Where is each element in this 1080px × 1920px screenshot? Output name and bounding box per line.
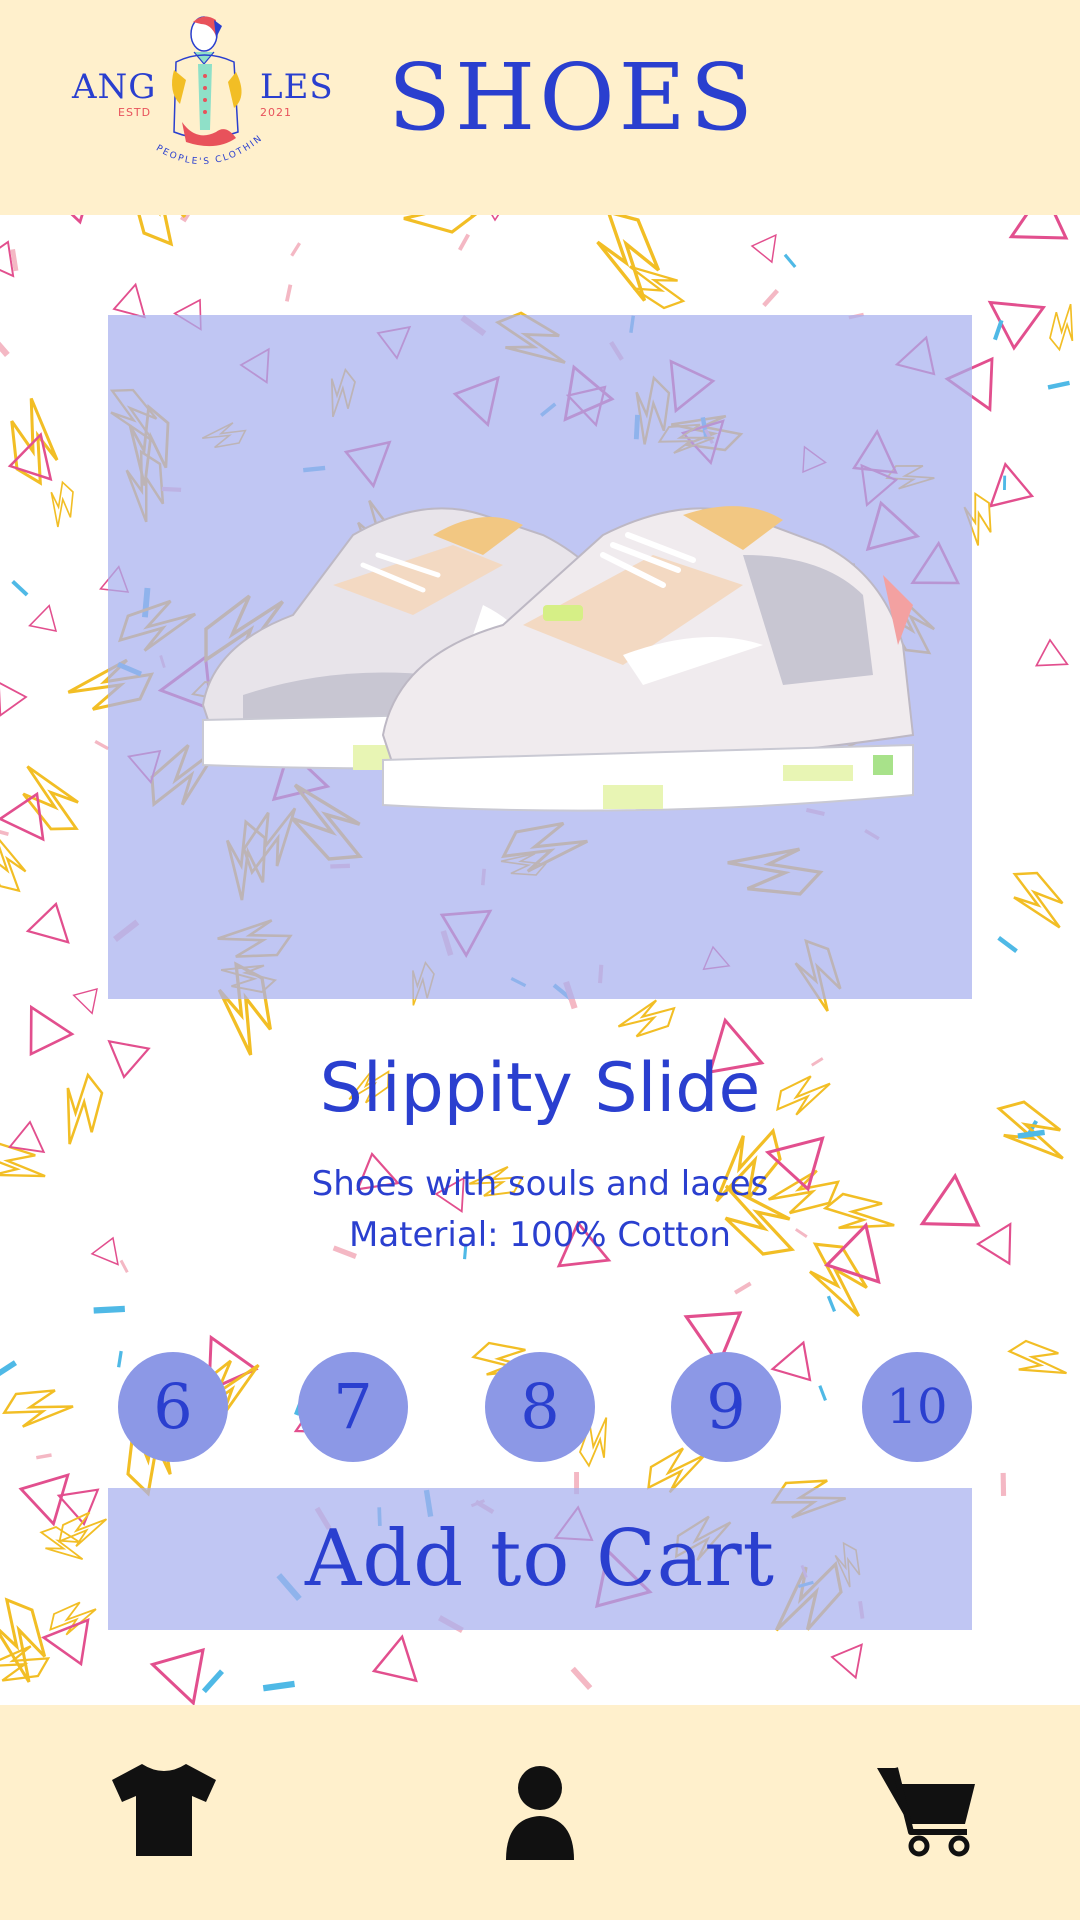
pattern-shape bbox=[40, 479, 82, 531]
nav-cart-button[interactable] bbox=[875, 1760, 995, 1860]
pattern-shape bbox=[1003, 475, 1007, 491]
bottom-navigation bbox=[0, 1705, 1080, 1920]
pattern-shape bbox=[993, 319, 1004, 341]
pattern-shape bbox=[94, 740, 110, 751]
cart-icon bbox=[877, 1767, 975, 1857]
pattern-shape bbox=[0, 1597, 48, 1685]
pattern-shape bbox=[474, 215, 515, 221]
product-section: Slippity Slide Shoes with souls and lace… bbox=[0, 215, 1080, 1705]
pattern-shape bbox=[783, 253, 797, 268]
person-icon bbox=[506, 1766, 574, 1860]
pattern-shape bbox=[27, 604, 57, 635]
size-option-9[interactable]: 9 bbox=[671, 1352, 781, 1462]
pattern-shape bbox=[36, 215, 103, 224]
logo-year: 2021 bbox=[260, 106, 292, 119]
pattern-shape bbox=[997, 936, 1018, 954]
pattern-shape bbox=[826, 1295, 837, 1312]
pattern-shape bbox=[1000, 1472, 1007, 1496]
pattern-shape bbox=[119, 1259, 129, 1273]
tshirt-icon bbox=[112, 1764, 216, 1856]
pattern-shape bbox=[290, 242, 301, 257]
pattern-shape bbox=[23, 902, 79, 959]
logo-estd: ESTD bbox=[118, 106, 152, 119]
app-screen: ANG LES ESTD 2021 PEOPLE'S CLOTHIN SHOES… bbox=[0, 0, 1080, 1920]
pattern-shape bbox=[734, 1281, 752, 1295]
size-option-6[interactable]: 6 bbox=[118, 1352, 228, 1462]
product-image-card bbox=[108, 315, 972, 999]
sneaker-pair-icon bbox=[201, 506, 915, 812]
header: ANG LES ESTD 2021 PEOPLE'S CLOTHIN SHOES bbox=[0, 0, 1080, 215]
size-option-7[interactable]: 7 bbox=[298, 1352, 408, 1462]
pattern-shape bbox=[751, 228, 789, 266]
pattern-shape bbox=[127, 215, 188, 247]
pattern-shape bbox=[72, 988, 100, 1016]
pattern-shape bbox=[0, 331, 10, 357]
pattern-shape bbox=[93, 1305, 125, 1314]
pattern-shape bbox=[201, 1669, 224, 1694]
svg-text:PEOPLE'S CLOTHING: PEOPLE'S CLOTHING bbox=[132, 132, 265, 167]
pattern-shape bbox=[372, 1630, 431, 1689]
logo-caption: PEOPLE'S CLOTHING bbox=[132, 132, 263, 167]
pattern-shape bbox=[0, 828, 9, 836]
pattern-shape bbox=[262, 1680, 295, 1692]
pattern-shape bbox=[285, 284, 293, 302]
product-name: Slippity Slide bbox=[319, 1049, 761, 1128]
size-selector: 6 7 8 9 10 bbox=[0, 1352, 1080, 1462]
add-to-cart-button[interactable]: Add to Cart bbox=[108, 1488, 972, 1630]
logo-caption-arc: PEOPLE'S CLOTHING bbox=[132, 132, 265, 167]
pattern-shape bbox=[1047, 380, 1070, 390]
pattern-shape bbox=[379, 215, 483, 250]
size-option-10[interactable]: 10 bbox=[862, 1352, 972, 1462]
pattern-shape bbox=[1031, 639, 1074, 681]
nav-shop-button[interactable] bbox=[104, 1760, 224, 1860]
pattern-shape bbox=[0, 677, 27, 722]
pattern-shape bbox=[458, 233, 470, 251]
pattern-shape bbox=[831, 1636, 877, 1682]
size-option-8[interactable]: 8 bbox=[485, 1352, 595, 1462]
pattern-shape bbox=[11, 580, 29, 597]
nav-profile-button[interactable] bbox=[480, 1760, 600, 1860]
pattern-shape bbox=[45, 1598, 101, 1639]
product-material: Material: 100% Cotton bbox=[349, 1215, 731, 1255]
pattern-shape bbox=[591, 215, 665, 309]
pattern-shape bbox=[978, 276, 1051, 350]
pattern-shape bbox=[0, 829, 30, 897]
pattern-shape bbox=[150, 1648, 210, 1705]
pattern-shape bbox=[1003, 859, 1073, 941]
logo-text-right: LES bbox=[260, 67, 334, 107]
pattern-shape bbox=[54, 1508, 112, 1551]
pattern-shape bbox=[1040, 299, 1080, 354]
pattern-shape bbox=[17, 997, 76, 1056]
pattern-shape bbox=[762, 289, 779, 307]
pattern-shape bbox=[570, 1666, 593, 1690]
pattern-shape bbox=[0, 241, 23, 287]
pattern-shape bbox=[615, 997, 678, 1039]
product-description: Shoes with souls and laces bbox=[311, 1164, 769, 1204]
pattern-shape bbox=[1000, 215, 1068, 254]
brand-logo[interactable]: ANG LES ESTD 2021 PEOPLE'S CLOTHIN bbox=[68, 12, 333, 192]
page-title: SHOES bbox=[388, 44, 757, 151]
logo-text-left: ANG bbox=[72, 67, 157, 107]
